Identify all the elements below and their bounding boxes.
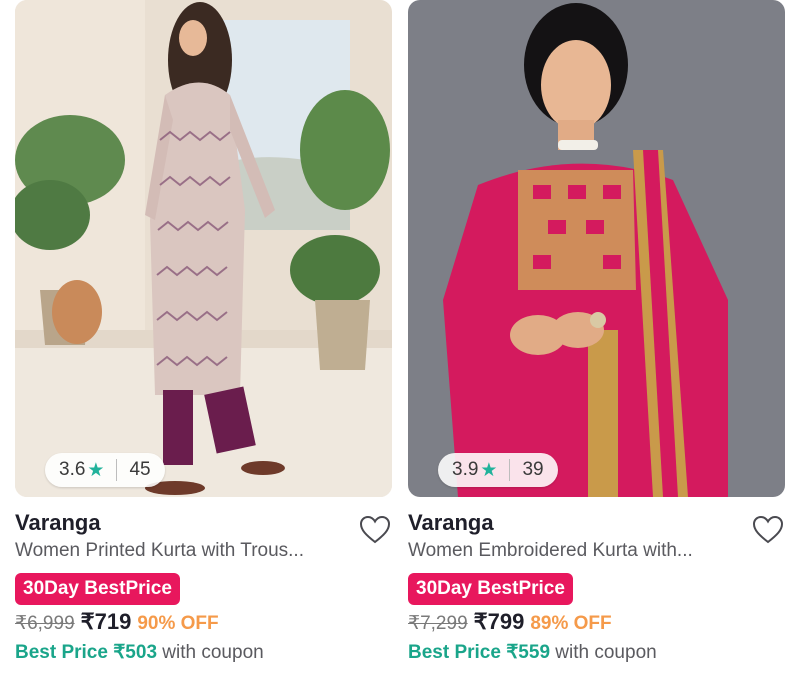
- rating-value: 3.9: [452, 459, 479, 480]
- coupon-text: with coupon: [555, 642, 657, 663]
- price-row: ₹7,299 ₹799 89% OFF: [408, 609, 612, 635]
- selling-price: ₹799: [473, 609, 525, 634]
- heart-outline-icon[interactable]: [751, 513, 785, 547]
- discount-label: 90% OFF: [137, 613, 219, 634]
- best-price: Best Price ₹503: [15, 642, 163, 663]
- product-image[interactable]: 3.6 ★ 45: [15, 0, 392, 497]
- rating-value: 3.6: [59, 459, 86, 480]
- rating-count: 39: [522, 459, 544, 480]
- rating-count: 45: [129, 459, 151, 480]
- product-image[interactable]: 3.9 ★ 39: [408, 0, 785, 497]
- mrp-price: ₹6,999: [15, 613, 75, 634]
- best-price-row: Best Price ₹503 with coupon: [15, 641, 264, 664]
- product-card[interactable]: 3.9 ★ 39 Varanga Women Embroidered Kurta…: [408, 0, 785, 663]
- rating-divider: [509, 459, 511, 481]
- rating-pill: 3.9 ★ 39: [438, 453, 558, 487]
- product-title[interactable]: Women Embroidered Kurta with...: [408, 540, 738, 562]
- star-icon: ★: [87, 459, 105, 481]
- rating-divider: [116, 459, 118, 481]
- selling-price: ₹719: [80, 609, 132, 634]
- product-title[interactable]: Women Printed Kurta with Trous...: [15, 540, 345, 562]
- best-price: Best Price ₹559: [408, 642, 556, 663]
- bestprice-badge: 30Day BestPrice: [15, 573, 180, 605]
- product-card[interactable]: 3.6 ★ 45 Varanga Women Printed Kurta wit…: [15, 0, 392, 663]
- best-price-row: Best Price ₹559 with coupon: [408, 641, 657, 664]
- discount-label: 89% OFF: [530, 613, 612, 634]
- mrp-price: ₹7,299: [408, 613, 468, 634]
- bestprice-badge: 30Day BestPrice: [408, 573, 573, 605]
- price-row: ₹6,999 ₹719 90% OFF: [15, 609, 219, 635]
- brand-name: Varanga: [408, 510, 494, 535]
- rating-pill: 3.6 ★ 45: [45, 453, 165, 487]
- brand-name: Varanga: [15, 510, 101, 535]
- coupon-text: with coupon: [162, 642, 264, 663]
- star-icon: ★: [480, 459, 498, 481]
- heart-outline-icon[interactable]: [358, 513, 392, 547]
